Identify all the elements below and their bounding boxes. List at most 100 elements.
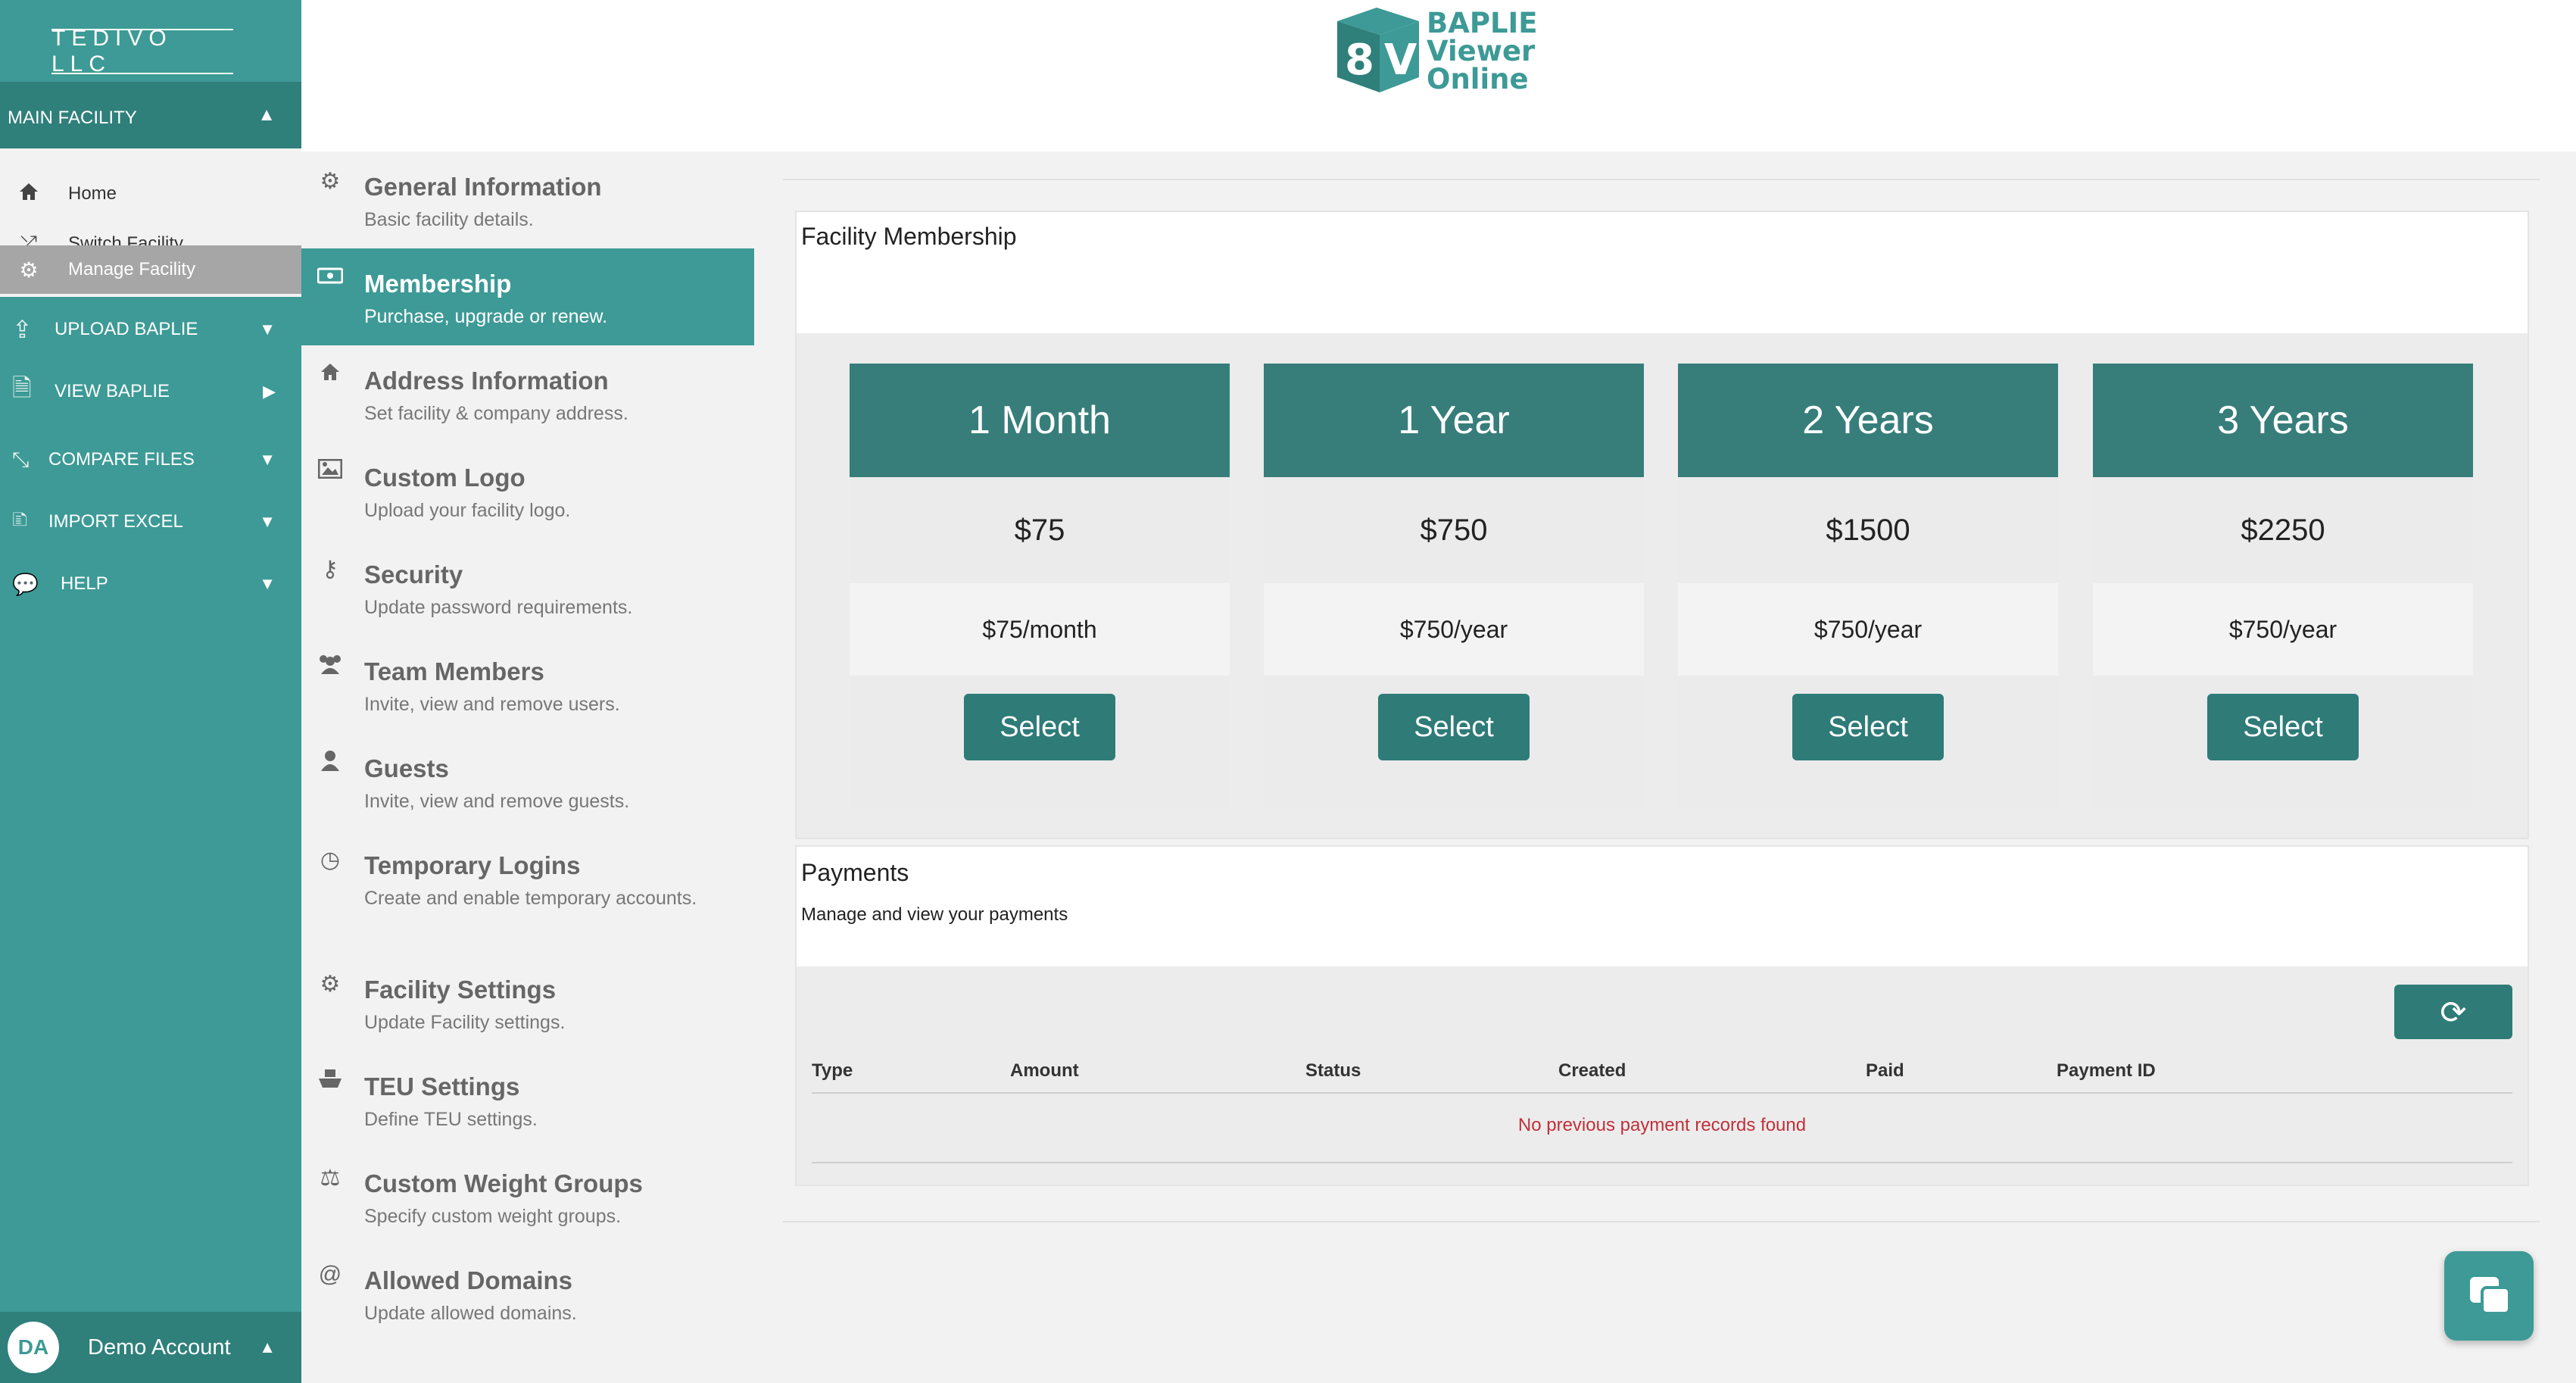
sidebar-item-home[interactable]: Home bbox=[0, 170, 301, 218]
logo-text: BAPLIE Viewer Online bbox=[1427, 9, 1538, 93]
settings-item-title: Facility Settings bbox=[364, 976, 557, 1004]
chevron-up-icon: ▲ bbox=[259, 1338, 276, 1356]
refresh-button[interactable]: ⟳ bbox=[2394, 985, 2512, 1039]
svg-text:V: V bbox=[1384, 36, 1417, 85]
plan-footer: Select bbox=[1678, 676, 2058, 807]
settings-item-title: Team Members bbox=[364, 657, 544, 685]
settings-item-address-information[interactable]: Address Information Set facility & compa… bbox=[301, 345, 754, 442]
chat-widget-button[interactable] bbox=[2444, 1251, 2534, 1341]
section-label: COMPARE FILES bbox=[48, 449, 195, 470]
plan-card-1-month: 1 Month $75 $75/month Select bbox=[850, 364, 1230, 807]
select-plan-button[interactable]: Select bbox=[2207, 694, 2359, 760]
clock-icon: ◷ bbox=[320, 848, 341, 873]
divider bbox=[812, 1162, 2512, 1163]
facility-label: MAIN FACILITY bbox=[8, 108, 137, 128]
settings-item-custom-weight-groups[interactable]: ⚖ Custom Weight Groups Specify custom we… bbox=[301, 1148, 754, 1245]
cube-logo-icon: 8 V bbox=[1337, 8, 1419, 92]
sidebar-section-upload-baplie[interactable]: ⇪ UPLOAD BAPLIE ▼ bbox=[0, 303, 301, 356]
chevron-down-icon: ▼ bbox=[259, 450, 276, 469]
column-header-type[interactable]: Type bbox=[812, 1060, 853, 1082]
plan-rate: $750/year bbox=[1678, 583, 2058, 676]
settings-item-desc: Purchase, upgrade or renew. bbox=[364, 306, 608, 327]
at-icon: @ bbox=[318, 1262, 342, 1287]
column-header-status[interactable]: Status bbox=[1305, 1060, 1361, 1082]
plan-price: $2250 bbox=[2093, 477, 2473, 583]
logo-word: Online bbox=[1427, 63, 1529, 95]
column-header-created[interactable]: Created bbox=[1558, 1060, 1626, 1082]
settings-item-desc: Update password requirements. bbox=[364, 597, 633, 618]
settings-item-team-members[interactable]: Team Members Invite, view and remove use… bbox=[301, 636, 754, 733]
column-header-payment-id[interactable]: Payment ID bbox=[2057, 1060, 2156, 1082]
plan-name: 1 Month bbox=[850, 364, 1230, 477]
upload-icon: ⇪ bbox=[12, 316, 33, 343]
image-icon bbox=[315, 458, 345, 485]
select-plan-button[interactable]: Select bbox=[1378, 694, 1530, 760]
chat-icon bbox=[2470, 1277, 2511, 1315]
settings-item-title: Allowed Domains bbox=[364, 1266, 573, 1294]
settings-item-desc: Invite, view and remove guests. bbox=[364, 791, 630, 812]
payments-panel: Payments Manage and view your payments ⟳… bbox=[795, 845, 2529, 1186]
user-menu[interactable]: DA Demo Account ▲ bbox=[0, 1312, 301, 1383]
select-plan-button[interactable]: Select bbox=[964, 694, 1115, 760]
svg-text:8: 8 bbox=[1345, 36, 1374, 85]
settings-item-title: Address Information bbox=[364, 367, 609, 395]
app-logo[interactable]: 8 V BAPLIE Viewer Online bbox=[1330, 5, 1549, 101]
user-icon bbox=[315, 750, 345, 777]
chat-bubbles-icon: 💬 bbox=[12, 572, 39, 596]
facility-selector[interactable]: MAIN FACILITY ▲ bbox=[0, 82, 301, 155]
sidebar-section-compare-files[interactable]: ⤡ COMPARE FILES ▼ bbox=[0, 433, 301, 486]
settings-item-security[interactable]: ⚷ Security Update password requirements. bbox=[301, 539, 754, 636]
logo-word: BAPLIE bbox=[1427, 7, 1538, 39]
empty-state-message: No previous payment records found bbox=[1517, 1115, 1807, 1135]
select-plan-button[interactable]: Select bbox=[1792, 694, 1944, 760]
sidebar-section-help[interactable]: 💬 HELP ▼ bbox=[0, 557, 301, 610]
logo-word: Viewer bbox=[1427, 35, 1536, 67]
settings-item-temporary-logins[interactable]: ◷ Temporary Logins Create and enable tem… bbox=[301, 830, 754, 954]
settings-item-title: Temporary Logins bbox=[364, 851, 581, 879]
settings-item-teu-settings[interactable]: TEU Settings Define TEU settings. bbox=[301, 1051, 754, 1148]
settings-item-membership[interactable]: Membership Purchase, upgrade or renew. bbox=[301, 248, 754, 345]
column-header-paid[interactable]: Paid bbox=[1866, 1060, 1904, 1082]
settings-item-facility-settings[interactable]: ⚙ Facility Settings Update Facility sett… bbox=[301, 954, 754, 1051]
section-label: UPLOAD BAPLIE bbox=[55, 319, 198, 339]
sidebar: TEDIVO LLC MAIN FACILITY ▲ Home ⤮ Switch… bbox=[0, 0, 301, 1383]
section-label: VIEW BAPLIE bbox=[55, 381, 170, 401]
settings-item-title: TEU Settings bbox=[364, 1072, 520, 1100]
settings-item-custom-logo[interactable]: Custom Logo Upload your facility logo. bbox=[301, 442, 754, 539]
sidebar-section-view-baplie[interactable]: 🗎 VIEW BAPLIE ▶ bbox=[0, 365, 301, 418]
settings-item-desc: Update Facility settings. bbox=[364, 1012, 566, 1033]
plan-price: $750 bbox=[1264, 477, 1644, 583]
column-header-amount[interactable]: Amount bbox=[1010, 1060, 1079, 1082]
plan-footer: Select bbox=[1264, 676, 1644, 807]
settings-item-general-information[interactable]: ⚙ General Information Basic facility det… bbox=[301, 151, 754, 248]
key-icon: ⚷ bbox=[322, 557, 338, 582]
ship-icon bbox=[315, 1068, 345, 1095]
plan-price: $1500 bbox=[1678, 477, 2058, 583]
settings-item-desc: Upload your facility logo. bbox=[364, 500, 571, 521]
settings-item-title: General Information bbox=[364, 173, 602, 201]
plan-card-3-years: 3 Years $2250 $750/year Select bbox=[2093, 364, 2473, 807]
chevron-right-icon: ▶ bbox=[263, 382, 276, 401]
plan-price: $75 bbox=[850, 477, 1230, 583]
settings-item-title: Guests bbox=[364, 754, 449, 782]
scale-icon: ⚖ bbox=[320, 1166, 341, 1191]
excel-icon: 🗈 bbox=[12, 507, 28, 531]
settings-item-guests[interactable]: Guests Invite, view and remove guests. bbox=[301, 733, 754, 830]
divider bbox=[812, 1092, 2512, 1094]
home-icon bbox=[15, 182, 42, 207]
chevron-down-icon: ▼ bbox=[259, 512, 276, 531]
sidebar-item-manage-facility[interactable]: ⚙ Manage Facility bbox=[0, 245, 301, 294]
plan-rate: $750/year bbox=[1264, 583, 1644, 676]
settings-item-allowed-domains[interactable]: @ Allowed Domains Update allowed domains… bbox=[301, 1245, 754, 1342]
sidebar-section-import-excel[interactable]: 🗈 IMPORT EXCEL ▼ bbox=[0, 495, 301, 548]
payments-header: Payments Manage and view your payments bbox=[797, 847, 2528, 966]
plan-name: 2 Years bbox=[1678, 364, 2058, 477]
sidebar-item-label: Home bbox=[68, 183, 117, 204]
chevron-down-icon: ▼ bbox=[259, 320, 276, 339]
money-icon bbox=[315, 265, 345, 291]
gear-icon: ⚙ bbox=[320, 169, 341, 194]
section-label: IMPORT EXCEL bbox=[48, 511, 183, 532]
settings-item-desc: Update allowed domains. bbox=[364, 1303, 577, 1324]
membership-panel: Facility Membership 1 Month $75 $75/mont… bbox=[795, 211, 2529, 839]
facility-menu: Home ⤮ Switch Facility ⚙ Manage Facility bbox=[0, 148, 301, 297]
